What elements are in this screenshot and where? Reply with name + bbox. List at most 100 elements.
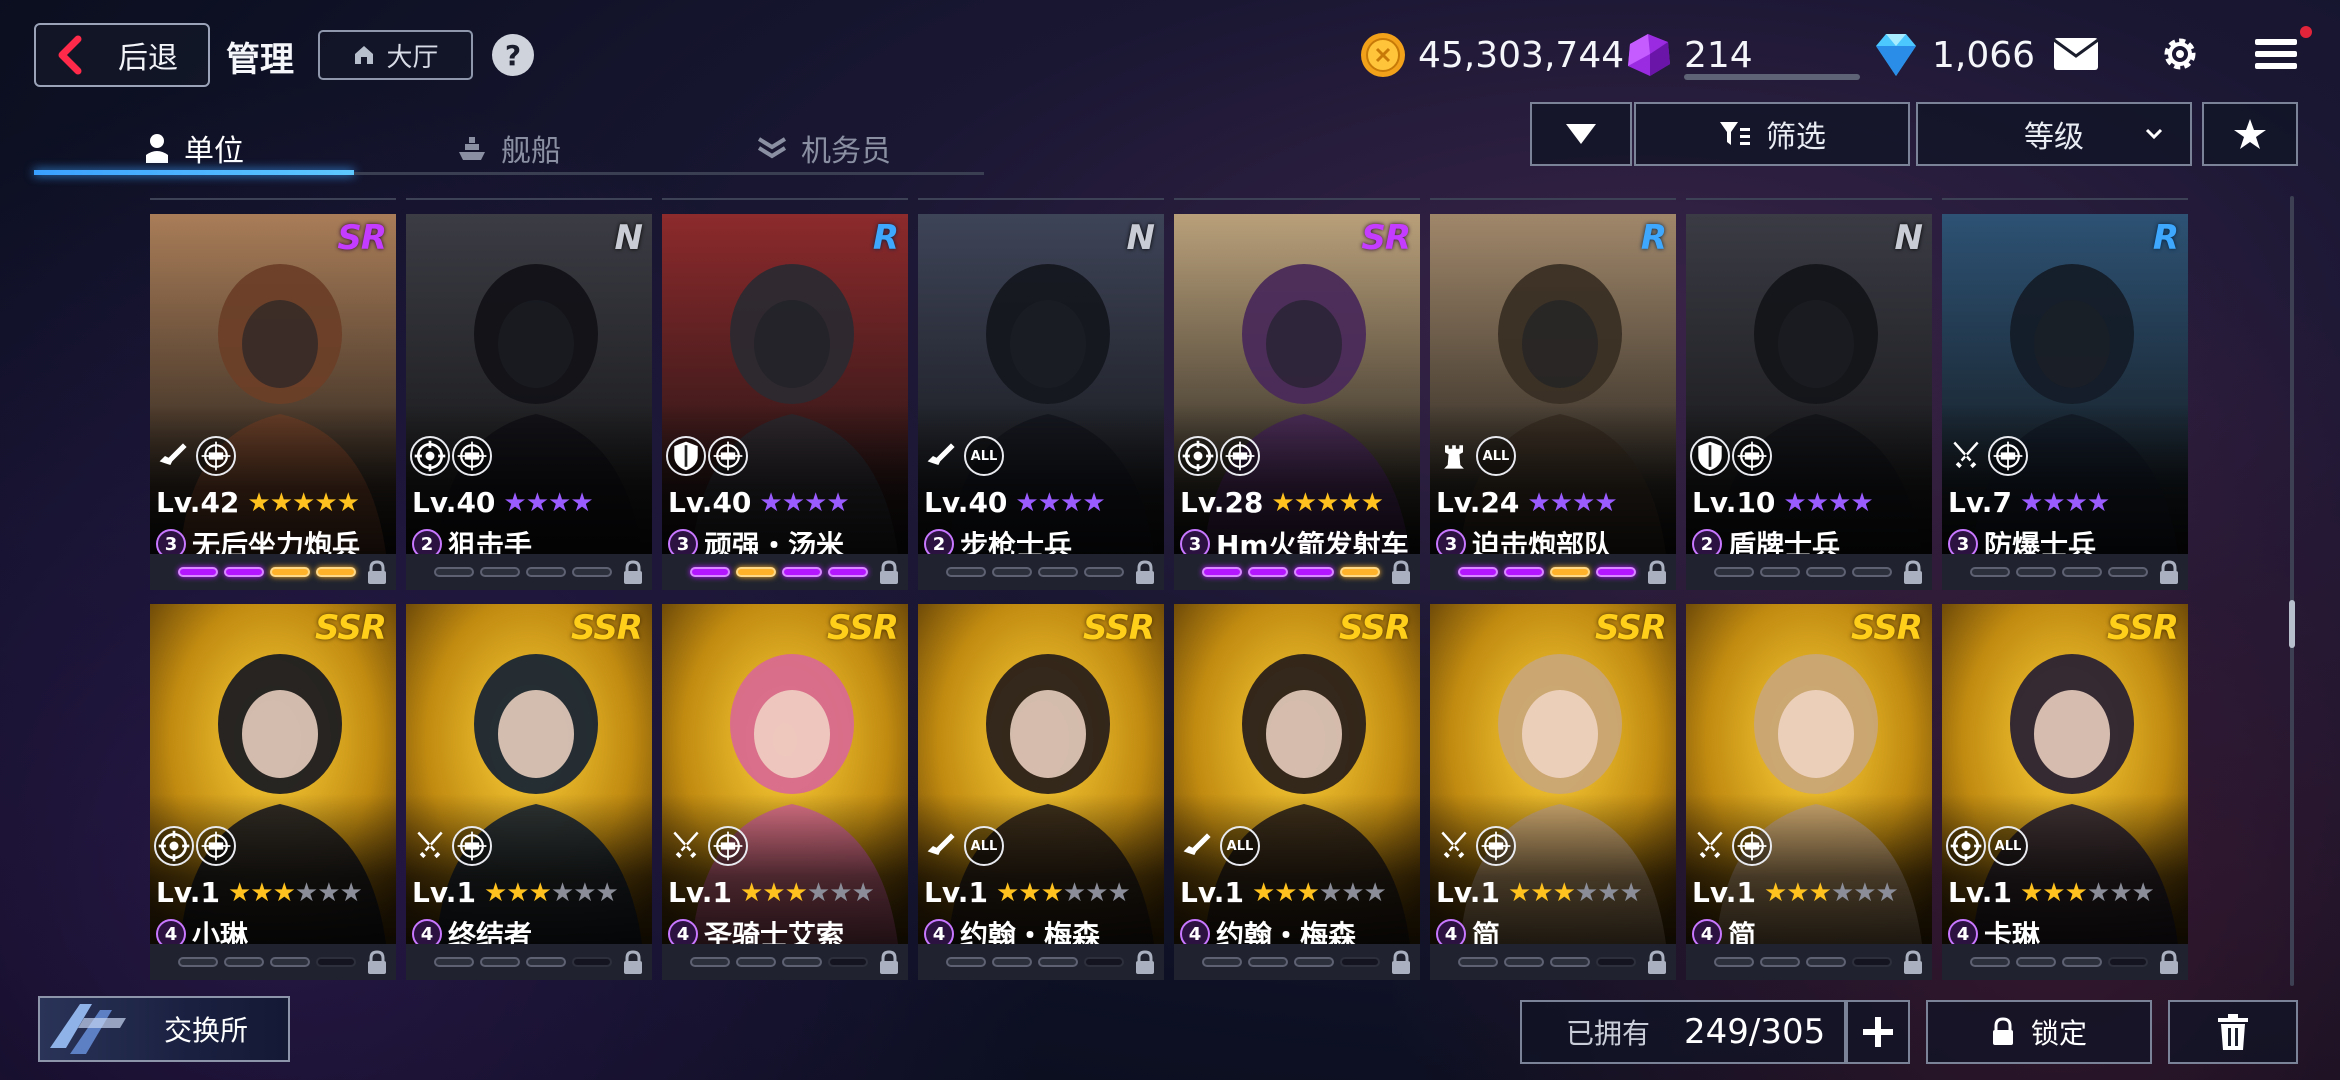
- lock-icon[interactable]: [2158, 560, 2180, 586]
- star-rating: ★ ★ ★ ★ ★ ★: [1252, 878, 1387, 908]
- lock-icon[interactable]: [1134, 560, 1156, 586]
- unit-level: Lv.1: [412, 876, 476, 909]
- lock-label: 锁定: [2030, 1017, 2087, 1050]
- lock-icon[interactable]: [622, 560, 644, 586]
- equipment-slots: [1174, 554, 1420, 590]
- tab-ships-label: 舰船: [501, 134, 561, 169]
- rarity-badge: SSR: [827, 608, 899, 648]
- favorite-button[interactable]: [2202, 102, 2298, 166]
- star-filled-icon: ★: [269, 487, 293, 518]
- exchange-button[interactable]: 交换所: [38, 996, 290, 1062]
- star-filled-icon: ★: [2019, 877, 2043, 908]
- lock-icon[interactable]: [2158, 950, 2180, 976]
- lobby-label: 大厅: [386, 42, 439, 73]
- equipment-slot: [1970, 957, 2010, 967]
- equipment-slot: [1294, 957, 1334, 967]
- crossed-swords-icon: [666, 826, 706, 866]
- lock-icon[interactable]: [1390, 560, 1412, 586]
- lock-button[interactable]: 锁定: [1926, 1000, 2152, 1064]
- tab-crew[interactable]: 机务员: [664, 118, 984, 178]
- lock-icon[interactable]: [366, 560, 388, 586]
- rarity-badge: N: [1126, 218, 1155, 258]
- unit-card[interactable]: SSR Lv.1 ★ ★ ★ ★ ★ ★ 4 终结者: [406, 604, 652, 980]
- grid-scrollbar[interactable]: [2289, 196, 2295, 986]
- unit-card[interactable]: SSR ALL Lv.1 ★ ★ ★ ★ ★ ★ 4 卡琳: [1942, 604, 2188, 980]
- lock-icon[interactable]: [1902, 560, 1924, 586]
- expand-capacity-button[interactable]: [1846, 1000, 1910, 1064]
- lobby-button[interactable]: 大厅: [318, 30, 473, 80]
- level-row: Lv.24 ★ ★ ★ ★: [1436, 486, 1618, 519]
- rarity-badge: SR: [1361, 218, 1411, 258]
- unit-card[interactable]: SSR Lv.1 ★ ★ ★ ★ ★ ★ 4 简: [1686, 604, 1932, 980]
- menu-icon[interactable]: [2252, 32, 2300, 76]
- unit-card[interactable]: SR Lv.42 ★ ★ ★ ★ ★ 3 无后坐力炮兵: [150, 214, 396, 590]
- level-row: Lv.10 ★ ★ ★ ★: [1692, 486, 1874, 519]
- lock-icon[interactable]: [878, 950, 900, 976]
- tab-units[interactable]: 单位: [34, 118, 354, 178]
- equipment-slot: [782, 957, 822, 967]
- crystal-resource[interactable]: 214: [1620, 30, 1860, 80]
- mail-icon[interactable]: [2052, 32, 2100, 76]
- lock-icon[interactable]: [1902, 950, 1924, 976]
- equipment-slot: [316, 567, 356, 577]
- tab-ships[interactable]: 舰船: [354, 118, 664, 178]
- unit-card[interactable]: SSR Lv.1 ★ ★ ★ ★ ★ ★ 4 简: [1430, 604, 1676, 980]
- unit-type-icons: ALL: [922, 436, 1004, 476]
- unit-card[interactable]: SSR Lv.1 ★ ★ ★ ★ ★ ★ 4 圣骑士艾索: [662, 604, 908, 980]
- unit-card[interactable]: N Lv.10 ★ ★ ★ ★ 2 盾牌士兵: [1686, 214, 1932, 590]
- equipment-slots: [662, 554, 908, 590]
- lock-icon[interactable]: [1390, 950, 1412, 976]
- equipment-slots: [1430, 554, 1676, 590]
- sort-dropdown[interactable]: 等级: [1916, 102, 2192, 166]
- lock-icon[interactable]: [1134, 950, 1156, 976]
- top-bar: 后退 管理 大厅 ? 45,303,744 214 1,066: [0, 0, 2340, 110]
- all-icon: ALL: [1220, 826, 1260, 866]
- gold-resource[interactable]: 45,303,744: [1358, 30, 1624, 80]
- tab-units-label: 单位: [184, 134, 244, 169]
- unit-card[interactable]: R Lv.40 ★ ★ ★ ★ 3 顽强・汤米: [662, 214, 908, 590]
- equipment-slot: [1596, 957, 1636, 967]
- equipment-slots: [406, 554, 652, 590]
- star-icon: [2234, 119, 2266, 149]
- star-filled-icon: ★: [525, 487, 549, 518]
- scrollbar-thumb[interactable]: [2289, 600, 2295, 648]
- equipment-slot: [992, 957, 1032, 967]
- crossed-swords-icon: [1946, 436, 1986, 476]
- unit-level: Lv.1: [668, 876, 732, 909]
- unit-card[interactable]: SR Lv.28 ★ ★ ★ ★ ★ 3 Hm火箭发射车: [1174, 214, 1420, 590]
- lock-icon[interactable]: [366, 950, 388, 976]
- home-icon: [355, 46, 374, 64]
- back-button[interactable]: 后退: [34, 23, 210, 87]
- gear-icon[interactable]: [2156, 32, 2204, 76]
- lock-icon[interactable]: [878, 560, 900, 586]
- star-filled-icon: ★: [250, 877, 273, 908]
- unit-card[interactable]: R ALL Lv.24 ★ ★ ★ ★ 3 迫击炮部队: [1430, 214, 1676, 590]
- filter-button[interactable]: 筛选: [1634, 102, 1910, 166]
- unit-type-icons: [1434, 826, 1516, 866]
- equipment-slot: [828, 567, 868, 577]
- delete-button[interactable]: [2168, 1000, 2298, 1064]
- crystal-amount: 214: [1684, 34, 1753, 76]
- unit-card[interactable]: SSR ALL Lv.1 ★ ★ ★ ★ ★ ★ 4 约翰・梅森: [918, 604, 1164, 980]
- help-icon[interactable]: ?: [492, 34, 534, 76]
- unit-card[interactable]: N ALL Lv.40 ★ ★ ★ ★ 2 步枪士兵: [918, 214, 1164, 590]
- unit-card[interactable]: N Lv.40 ★ ★ ★ ★ 2 狙击手: [406, 214, 652, 590]
- lock-icon[interactable]: [622, 950, 644, 976]
- crosshair-badge-icon: [1732, 826, 1772, 866]
- previous-row-edge: [662, 190, 908, 200]
- star-filled-icon: ★: [292, 487, 315, 518]
- collapse-toggle-button[interactable]: [1530, 102, 1632, 166]
- unit-card[interactable]: SSR ALL Lv.1 ★ ★ ★ ★ ★ ★ 4 约翰・梅森: [1174, 604, 1420, 980]
- lock-icon[interactable]: [1646, 950, 1668, 976]
- unit-card[interactable]: SSR Lv.1 ★ ★ ★ ★ ★ ★ 4 小琳: [150, 604, 396, 980]
- star-empty-icon: ★: [1107, 877, 1131, 908]
- star-filled-icon: ★: [1293, 487, 1317, 518]
- equipment-slot: [2062, 567, 2102, 577]
- equipment-slot: [224, 957, 264, 967]
- equipment-slots: [1686, 554, 1932, 590]
- diamond-resource[interactable]: 1,066: [1870, 30, 2035, 80]
- lock-icon[interactable]: [1646, 560, 1668, 586]
- tab-crew-label: 机务员: [801, 134, 891, 169]
- unit-card[interactable]: R Lv.7 ★ ★ ★ ★ 3 防爆士兵: [1942, 214, 2188, 590]
- unit-level: Lv.1: [1692, 876, 1756, 909]
